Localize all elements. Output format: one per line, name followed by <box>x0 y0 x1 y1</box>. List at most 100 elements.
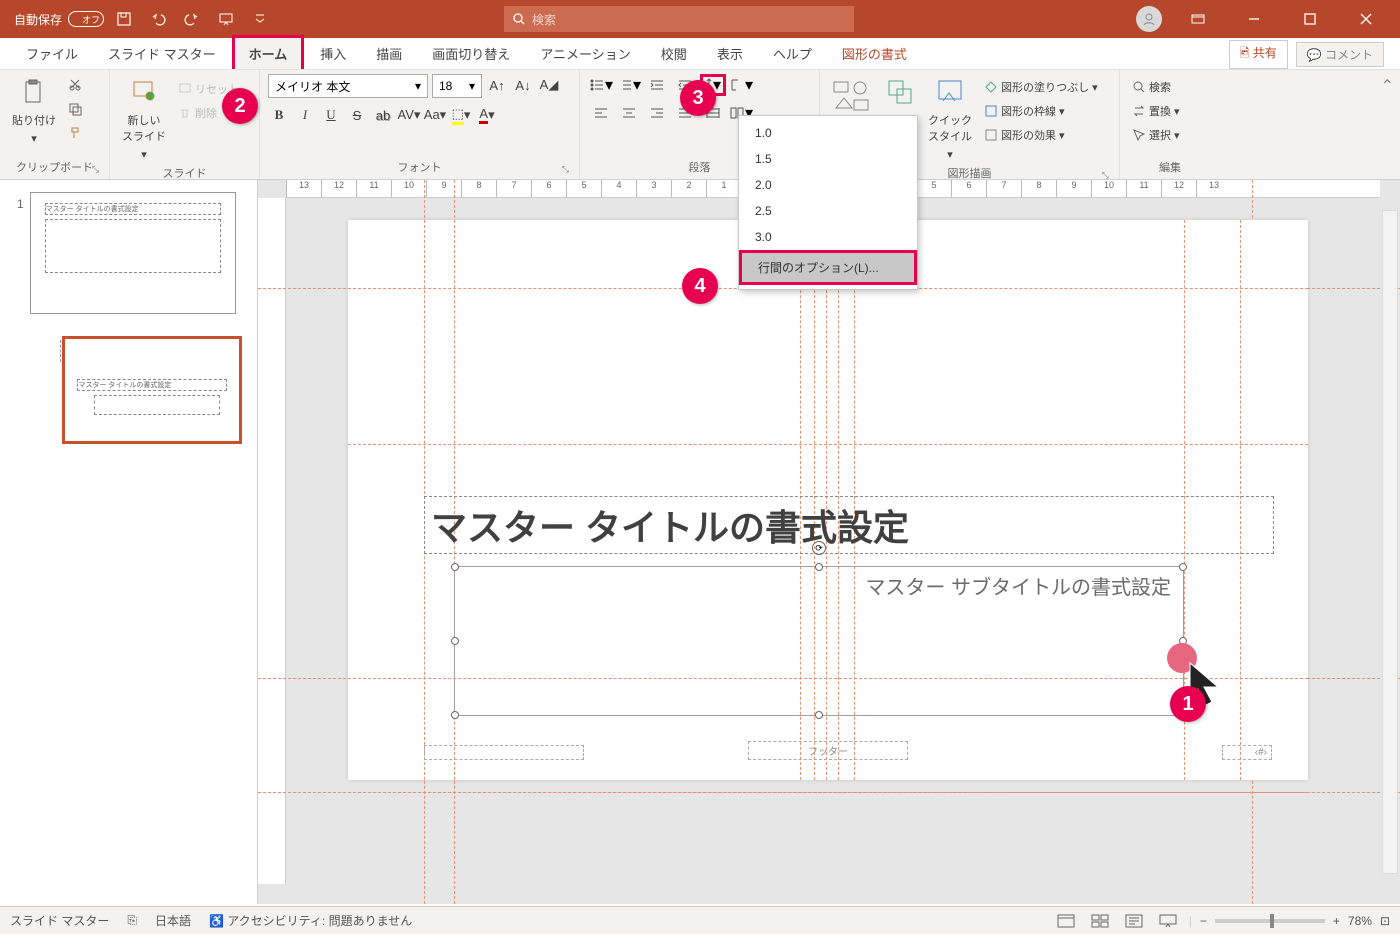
shape-fill-button[interactable]: 図形の塗りつぶし▾ <box>980 76 1102 98</box>
shadow-button[interactable]: ab <box>372 104 394 126</box>
slide-number-placeholder[interactable]: ‹#› <box>1222 745 1272 760</box>
clipboard-launcher-icon[interactable]: ⤡ <box>92 164 99 175</box>
change-case-button[interactable]: Aa▾ <box>424 104 446 126</box>
tab-review[interactable]: 校閲 <box>647 38 701 69</box>
copy-button[interactable] <box>64 98 86 120</box>
italic-button[interactable]: I <box>294 104 316 126</box>
vertical-scrollbar[interactable] <box>1382 210 1398 874</box>
char-spacing-button[interactable]: AV▾ <box>398 104 420 126</box>
redo-icon[interactable] <box>180 7 204 31</box>
tab-insert[interactable]: 挿入 <box>306 38 360 69</box>
status-accessibility[interactable]: ♿ アクセシビリティ: 問題ありません <box>209 912 412 929</box>
new-slide-button[interactable]: 新しい スライド▾ <box>118 74 170 163</box>
fit-window-icon[interactable]: ⊡ <box>1380 914 1390 928</box>
search-box[interactable]: 検索 <box>504 6 854 32</box>
tab-view[interactable]: 表示 <box>703 38 757 69</box>
slideshow-start-icon[interactable] <box>214 7 238 31</box>
layout-thumbnail-selected[interactable]: マスター タイトルの書式設定 <box>62 336 242 444</box>
line-spacing-options[interactable]: 行間のオプション(L)... <box>739 250 917 285</box>
tab-draw[interactable]: 描画 <box>362 38 416 69</box>
date-placeholder[interactable] <box>424 745 584 760</box>
align-center-button[interactable] <box>616 102 642 124</box>
strike-button[interactable]: S <box>346 104 368 126</box>
search-placeholder: 検索 <box>532 11 556 28</box>
zoom-level[interactable]: 78% <box>1348 914 1372 928</box>
numbering-button[interactable]: ▾ <box>616 74 642 96</box>
find-button[interactable]: 検索 <box>1128 76 1184 98</box>
paste-button[interactable]: 貼り付け▾ <box>8 74 60 147</box>
align-right-button[interactable] <box>644 102 670 124</box>
text-direction-button[interactable]: ▾ <box>728 74 754 96</box>
tab-help[interactable]: ヘルプ <box>759 38 826 69</box>
resize-handle[interactable] <box>815 563 823 571</box>
line-spacing-2[interactable]: 2.0 <box>739 172 917 198</box>
collapse-ribbon-icon[interactable]: ⌃ <box>1381 78 1394 95</box>
master-thumbnail[interactable]: 1 マスター タイトルの書式設定 <box>30 192 236 314</box>
bold-button[interactable]: B <box>268 104 290 126</box>
tab-home[interactable]: ホーム <box>232 35 305 69</box>
maximize-icon[interactable] <box>1290 0 1330 38</box>
shrink-font-icon[interactable]: A↓ <box>512 74 534 96</box>
bullets-button[interactable]: ▾ <box>588 74 614 96</box>
replace-button[interactable]: 置換▾ <box>1128 100 1184 122</box>
autosave-toggle[interactable]: 自動保存 オフ <box>14 11 104 28</box>
minimize-icon[interactable] <box>1234 0 1274 38</box>
rotate-handle-icon[interactable]: ⟳ <box>812 541 826 555</box>
slide-canvas[interactable]: マスター タイトルの書式設定 ⟳ マスター サブタイトルの書式設定 フッター ‹… <box>348 220 1308 780</box>
thumbnail-pane[interactable]: 1 マスター タイトルの書式設定 マスター タイトルの書式設定 <box>0 180 258 904</box>
arrange-icon <box>884 76 916 108</box>
font-launcher-icon[interactable]: ⤡ <box>562 164 569 175</box>
undo-icon[interactable] <box>146 7 170 31</box>
slideshow-view-icon[interactable] <box>1155 911 1181 931</box>
zoom-slider[interactable] <box>1215 919 1325 923</box>
ribbon-display-icon[interactable] <box>1178 0 1218 38</box>
subtitle-placeholder[interactable]: ⟳ マスター サブタイトルの書式設定 <box>454 566 1184 716</box>
resize-handle[interactable] <box>815 711 823 719</box>
title-placeholder[interactable]: マスター タイトルの書式設定 <box>424 496 1274 554</box>
reading-view-icon[interactable] <box>1121 911 1147 931</box>
select-button[interactable]: 選択▾ <box>1128 124 1184 146</box>
font-size-combo[interactable]: 18▾ <box>432 74 482 98</box>
font-name-combo[interactable]: メイリオ 本文▾ <box>268 74 428 98</box>
line-spacing-1-5[interactable]: 1.5 <box>739 146 917 172</box>
sorter-view-icon[interactable] <box>1087 911 1113 931</box>
clear-format-icon[interactable]: A◢ <box>538 74 560 96</box>
cut-button[interactable] <box>64 74 86 96</box>
tab-slide-master[interactable]: スライド マスター <box>94 38 230 69</box>
footer-placeholder[interactable]: フッター <box>748 741 908 760</box>
format-painter-button[interactable] <box>64 122 86 144</box>
resize-handle[interactable] <box>451 711 459 719</box>
save-icon[interactable] <box>112 7 136 31</box>
callout-4: 4 <box>682 268 718 304</box>
zoom-out-button[interactable]: − <box>1200 914 1207 928</box>
comment-button[interactable]: 💬 コメント <box>1296 42 1384 67</box>
resize-handle[interactable] <box>451 637 459 645</box>
resize-handle[interactable] <box>451 563 459 571</box>
underline-button[interactable]: U <box>320 104 342 126</box>
font-color-button[interactable]: A▾ <box>476 104 498 126</box>
normal-view-icon[interactable] <box>1053 911 1079 931</box>
shape-outline-button[interactable]: 図形の枠線▾ <box>980 100 1102 122</box>
qat-overflow-icon[interactable] <box>248 7 272 31</box>
decrease-indent-button[interactable] <box>644 74 670 96</box>
zoom-in-button[interactable]: + <box>1333 914 1340 928</box>
line-spacing-3[interactable]: 3.0 <box>739 224 917 250</box>
line-spacing-2-5[interactable]: 2.5 <box>739 198 917 224</box>
status-spellcheck-icon[interactable]: ⎘ <box>127 913 137 928</box>
highlight-button[interactable]: ⬚▾ <box>450 104 472 126</box>
line-spacing-1[interactable]: 1.0 <box>739 120 917 146</box>
close-icon[interactable] <box>1346 0 1386 38</box>
account-icon[interactable] <box>1136 6 1162 32</box>
align-left-button[interactable] <box>588 102 614 124</box>
shape-effects-button[interactable]: 図形の効果▾ <box>980 124 1102 146</box>
quick-styles-button[interactable]: クイック スタイル▾ <box>924 74 976 163</box>
status-language[interactable]: 日本語 <box>155 912 191 929</box>
callout-1: 1 <box>1170 686 1206 722</box>
tab-file[interactable]: ファイル <box>12 38 92 69</box>
tab-shape-format[interactable]: 図形の書式 <box>828 38 921 69</box>
tab-animation[interactable]: アニメーション <box>526 38 644 69</box>
share-button[interactable]: 🖻 共有 <box>1229 40 1288 69</box>
tab-transition[interactable]: 画面切り替え <box>418 38 524 69</box>
resize-handle[interactable] <box>1179 563 1187 571</box>
grow-font-icon[interactable]: A↑ <box>486 74 508 96</box>
